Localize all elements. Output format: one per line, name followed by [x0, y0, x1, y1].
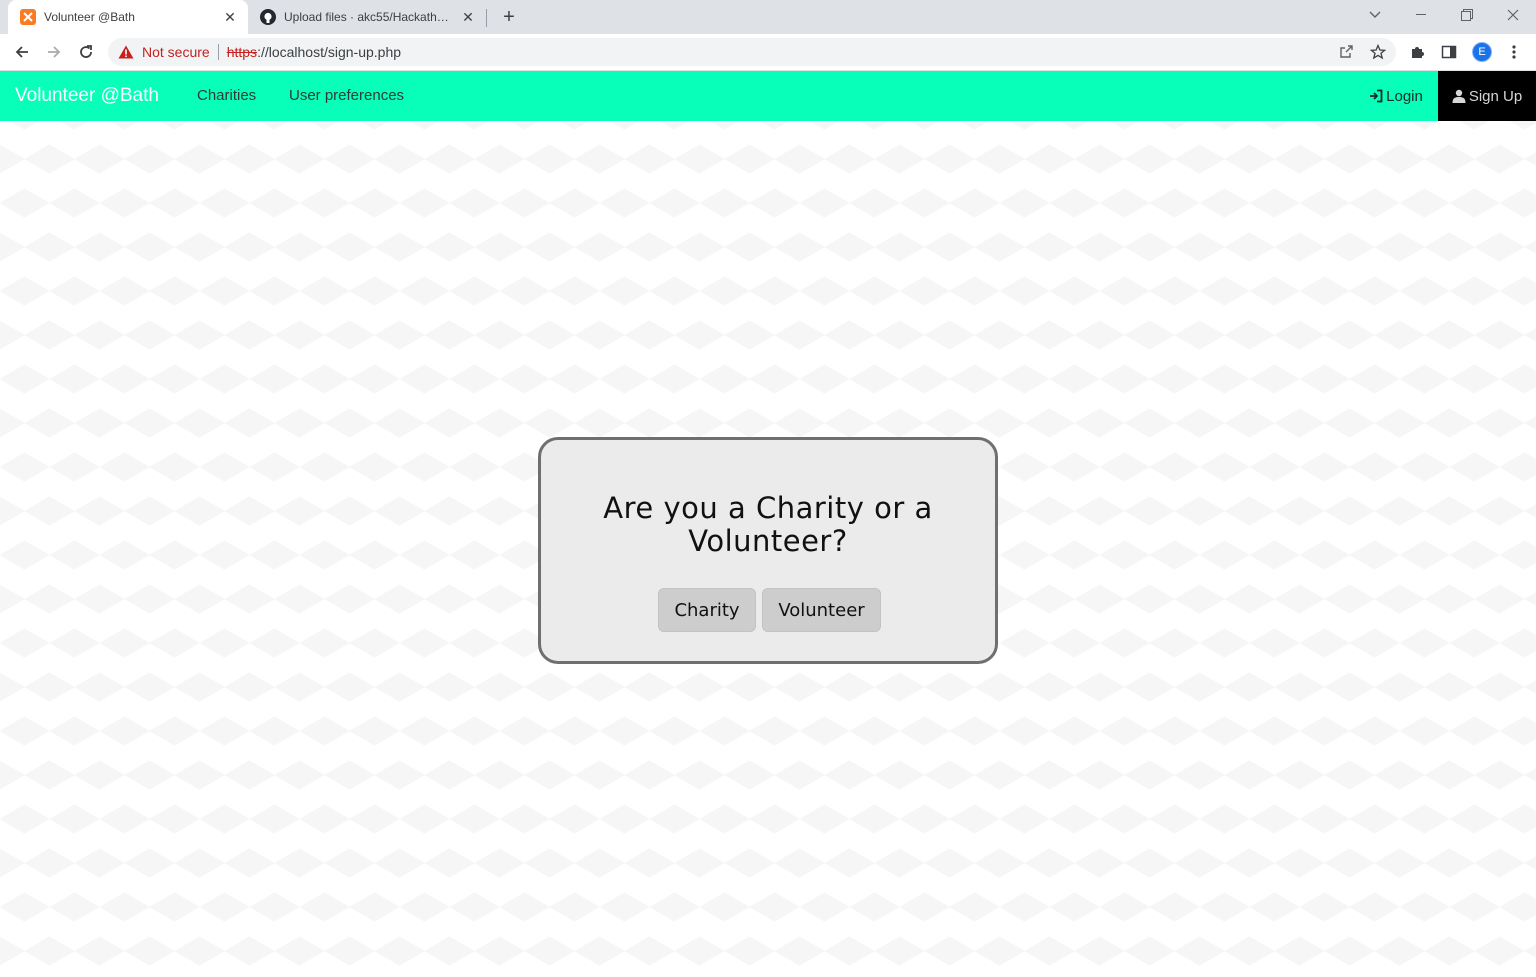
profile-avatar[interactable]: E — [1472, 42, 1492, 62]
browser-toolbar: Not secure https://localhost/sign-up.php… — [0, 34, 1536, 71]
browser-tab-upload-files[interactable]: Upload files · akc55/Hackathon-2 ✕ — [248, 0, 486, 34]
nav-link-user-preferences[interactable]: User preferences — [289, 71, 404, 121]
login-icon — [1369, 89, 1383, 103]
url-scheme: https — [226, 44, 258, 60]
url-text: ://localhost/sign-up.php — [257, 44, 402, 60]
nav-link-charities[interactable]: Charities — [197, 71, 256, 121]
site-navbar: Volunteer @Bath Charities User preferenc… — [0, 71, 1536, 121]
login-label: Login — [1386, 87, 1423, 105]
minimize-icon[interactable] — [1398, 0, 1444, 30]
site-brand-link[interactable]: Volunteer @Bath — [15, 71, 159, 121]
share-icon[interactable] — [1334, 40, 1358, 64]
charity-button[interactable]: Charity — [658, 588, 756, 632]
github-icon — [260, 9, 276, 25]
new-tab-plus-icon[interactable]: + — [498, 6, 520, 28]
tab-separator — [486, 9, 487, 27]
volunteer-button[interactable]: Volunteer — [762, 588, 881, 632]
signup-link[interactable]: Sign Up — [1438, 71, 1536, 121]
restore-icon[interactable] — [1444, 0, 1490, 30]
signup-label: Sign Up — [1468, 87, 1523, 105]
user-icon — [1452, 89, 1466, 103]
xampp-icon — [20, 9, 36, 25]
side-panel-icon[interactable] — [1437, 40, 1461, 64]
account-type-question: Are you a Charity or a Volunteer? — [603, 491, 933, 558]
close-tab-icon[interactable]: ✕ — [222, 9, 238, 25]
extensions-puzzle-icon[interactable] — [1405, 40, 1429, 64]
account-type-dialog: Are you a Charity or a Volunteer? Charit… — [538, 437, 998, 664]
tab-search-chevron-icon[interactable] — [1352, 0, 1398, 30]
warning-triangle-icon[interactable] — [118, 44, 134, 60]
page-content: Volunteer @Bath Charities User preferenc… — [0, 71, 1536, 977]
not-secure-label[interactable]: Not secure — [142, 44, 210, 60]
forward-arrow-icon[interactable] — [42, 40, 66, 64]
back-arrow-icon[interactable] — [10, 40, 34, 64]
browser-tab-volunteer-bath[interactable]: Volunteer @Bath ✕ — [8, 0, 248, 34]
close-tab-icon[interactable]: ✕ — [460, 9, 476, 25]
login-link[interactable]: Login — [1354, 71, 1438, 121]
tab-title: Upload files · akc55/Hackathon-2 — [284, 10, 454, 24]
browser-tab-strip: Volunteer @Bath ✕ Upload files · akc55/H… — [0, 0, 1536, 34]
more-menu-icon[interactable] — [1502, 40, 1526, 64]
tab-title: Volunteer @Bath — [44, 10, 135, 24]
address-bar[interactable]: Not secure https://localhost/sign-up.php — [108, 38, 1396, 66]
bookmark-star-icon[interactable] — [1366, 40, 1390, 64]
reload-icon[interactable] — [74, 40, 98, 64]
omnibox-divider — [217, 44, 219, 60]
close-window-icon[interactable] — [1490, 0, 1536, 30]
